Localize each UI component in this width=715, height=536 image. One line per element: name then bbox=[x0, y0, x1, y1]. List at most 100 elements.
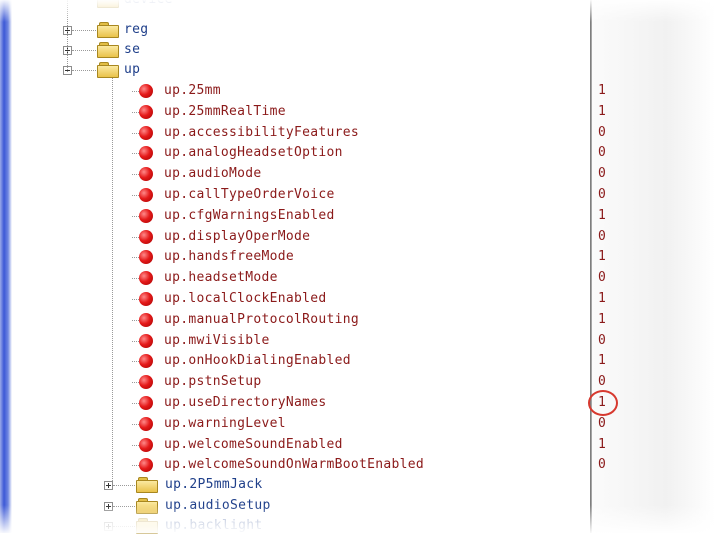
parameter-name: up.displayOperMode bbox=[164, 228, 311, 244]
expand-icon[interactable] bbox=[104, 522, 113, 531]
tree-connector bbox=[113, 485, 135, 486]
folder-icon bbox=[97, 22, 119, 38]
parameter-icon bbox=[132, 333, 153, 348]
parameter-name: up.welcomeSoundEnabled bbox=[164, 436, 343, 452]
parameter-icon bbox=[132, 271, 153, 286]
tree-row-device[interactable]: device bbox=[0, 0, 715, 10]
parameter-row[interactable]: up.displayOperMode 0 bbox=[0, 227, 715, 247]
parameter-icon bbox=[132, 354, 153, 369]
parameter-value[interactable]: 1 bbox=[598, 435, 606, 455]
tree-row-reg[interactable]: reg bbox=[0, 20, 715, 40]
tree-connector-vertical bbox=[67, 0, 68, 72]
parameter-name: up.25mmRealTime bbox=[164, 103, 286, 119]
parameter-name: up.useDirectoryNames bbox=[164, 395, 327, 410]
parameter-row[interactable]: up.25mm 1 bbox=[0, 81, 715, 101]
parameter-icon bbox=[132, 84, 153, 98]
parameter-icon bbox=[132, 416, 153, 431]
tree-connector bbox=[72, 70, 96, 71]
tree-connector bbox=[72, 50, 96, 51]
parameter-value[interactable]: 1 bbox=[598, 247, 606, 267]
folder-label: device bbox=[124, 0, 173, 10]
parameter-row[interactable]: up.manualProtocolRouting 1 bbox=[0, 310, 715, 330]
parameter-row[interactable]: up.welcomeSoundOnWarmBootEnabled 0 bbox=[0, 455, 715, 475]
parameter-row[interactable]: up.callTypeOrderVoice 0 bbox=[0, 185, 715, 205]
parameter-value[interactable]: 0 bbox=[598, 414, 606, 434]
parameter-value[interactable]: 1 bbox=[598, 206, 606, 226]
expand-icon[interactable] bbox=[104, 502, 113, 511]
expand-icon[interactable] bbox=[104, 481, 113, 490]
parameter-row[interactable]: up.audioMode 0 bbox=[0, 164, 715, 184]
folder-icon bbox=[136, 518, 158, 534]
folder-label: up bbox=[124, 62, 141, 77]
parameter-name: up.onHookDialingEnabled bbox=[164, 353, 351, 369]
parameter-row[interactable]: up.analogHeadsetOption 0 bbox=[0, 143, 715, 163]
parameter-value[interactable]: 1 bbox=[598, 310, 606, 330]
parameter-icon bbox=[132, 125, 153, 140]
parameter-value[interactable]: 1 bbox=[598, 102, 606, 122]
tree-row-backlight[interactable]: up.backlight bbox=[0, 516, 715, 536]
parameter-icon bbox=[132, 312, 153, 327]
parameter-icon bbox=[132, 229, 153, 244]
parameter-value[interactable]: 0 bbox=[598, 164, 606, 184]
parameter-name: up.manualProtocolRouting bbox=[164, 311, 360, 327]
parameter-value[interactable]: 0 bbox=[598, 268, 606, 288]
parameter-name: up.localClockEnabled bbox=[164, 291, 327, 306]
parameter-name: up.welcomeSoundOnWarmBootEnabled bbox=[164, 457, 425, 473]
parameter-value[interactable]: 0 bbox=[598, 185, 606, 205]
highlight-circle bbox=[588, 390, 618, 416]
parameter-row[interactable]: up.headsetMode 0 bbox=[0, 268, 715, 288]
folder-label: up.2P5mmJack bbox=[165, 477, 263, 492]
parameter-icon bbox=[132, 375, 153, 390]
parameter-row[interactable]: up.welcomeSoundEnabled 1 bbox=[0, 435, 715, 455]
parameter-value[interactable]: 0 bbox=[598, 123, 606, 143]
parameter-value[interactable]: 0 bbox=[598, 227, 606, 247]
parameter-name: up.pstnSetup bbox=[164, 374, 262, 390]
parameter-icon bbox=[132, 437, 153, 452]
folder-icon bbox=[136, 477, 158, 493]
open-folder-icon bbox=[97, 62, 119, 78]
folder-label: up.audioSetup bbox=[165, 498, 271, 513]
parameter-name: up.cfgWarningsEnabled bbox=[164, 207, 335, 223]
parameter-name: up.accessibilityFeatures bbox=[164, 124, 360, 140]
parameter-icon bbox=[132, 208, 153, 223]
tree-connector bbox=[113, 506, 135, 507]
parameter-row[interactable]: up.warningLevel 0 bbox=[0, 414, 715, 434]
parameter-row[interactable]: up.localClockEnabled 1 bbox=[0, 289, 715, 309]
tree-row-se[interactable]: se bbox=[0, 40, 715, 60]
parameter-value[interactable]: 1 bbox=[598, 81, 606, 101]
parameter-row[interactable]: up.cfgWarningsEnabled 1 bbox=[0, 206, 715, 226]
tree-row-2p5mmjack[interactable]: up.2P5mmJack bbox=[0, 475, 715, 495]
parameter-row[interactable]: up.onHookDialingEnabled 1 bbox=[0, 351, 715, 371]
folder-label: se bbox=[124, 42, 141, 57]
parameter-name: up.analogHeadsetOption bbox=[164, 145, 343, 161]
folder-label: reg bbox=[124, 22, 149, 37]
parameter-name: up.25mm bbox=[164, 83, 221, 98]
folder-icon bbox=[97, 42, 119, 58]
parameter-name: up.warningLevel bbox=[164, 415, 286, 431]
parameter-row[interactable]: up.pstnSetup 0 bbox=[0, 372, 715, 392]
tree-connector bbox=[113, 526, 135, 527]
parameter-value[interactable]: 0 bbox=[598, 455, 606, 475]
parameter-name: up.mwiVisible bbox=[164, 332, 270, 348]
parameter-row[interactable]: up.mwiVisible 0 bbox=[0, 331, 715, 351]
parameter-name: up.audioMode bbox=[164, 166, 262, 182]
parameter-row[interactable]: up.handsfreeMode 1 bbox=[0, 247, 715, 267]
parameter-name: up.handsfreeMode bbox=[164, 249, 295, 265]
parameter-value[interactable]: 1 bbox=[598, 351, 606, 371]
parameter-value[interactable]: 0 bbox=[598, 331, 606, 351]
parameter-icon bbox=[132, 396, 153, 410]
parameter-name: up.callTypeOrderVoice bbox=[164, 187, 335, 202]
tree-connector bbox=[72, 30, 96, 31]
folder-label: up.backlight bbox=[165, 518, 263, 533]
parameter-row[interactable]: up.accessibilityFeatures 0 bbox=[0, 123, 715, 143]
parameter-icon bbox=[132, 146, 153, 161]
tree-row-up[interactable]: up bbox=[0, 60, 715, 80]
tree-row-audiosetup[interactable]: up.audioSetup bbox=[0, 496, 715, 516]
parameter-name: up.headsetMode bbox=[164, 270, 278, 286]
parameter-value[interactable]: 0 bbox=[598, 143, 606, 163]
parameter-icon bbox=[132, 292, 153, 306]
parameter-row[interactable]: up.25mmRealTime 1 bbox=[0, 102, 715, 122]
parameter-icon bbox=[132, 167, 153, 182]
parameter-icon bbox=[132, 188, 153, 202]
parameter-value[interactable]: 1 bbox=[598, 289, 606, 309]
